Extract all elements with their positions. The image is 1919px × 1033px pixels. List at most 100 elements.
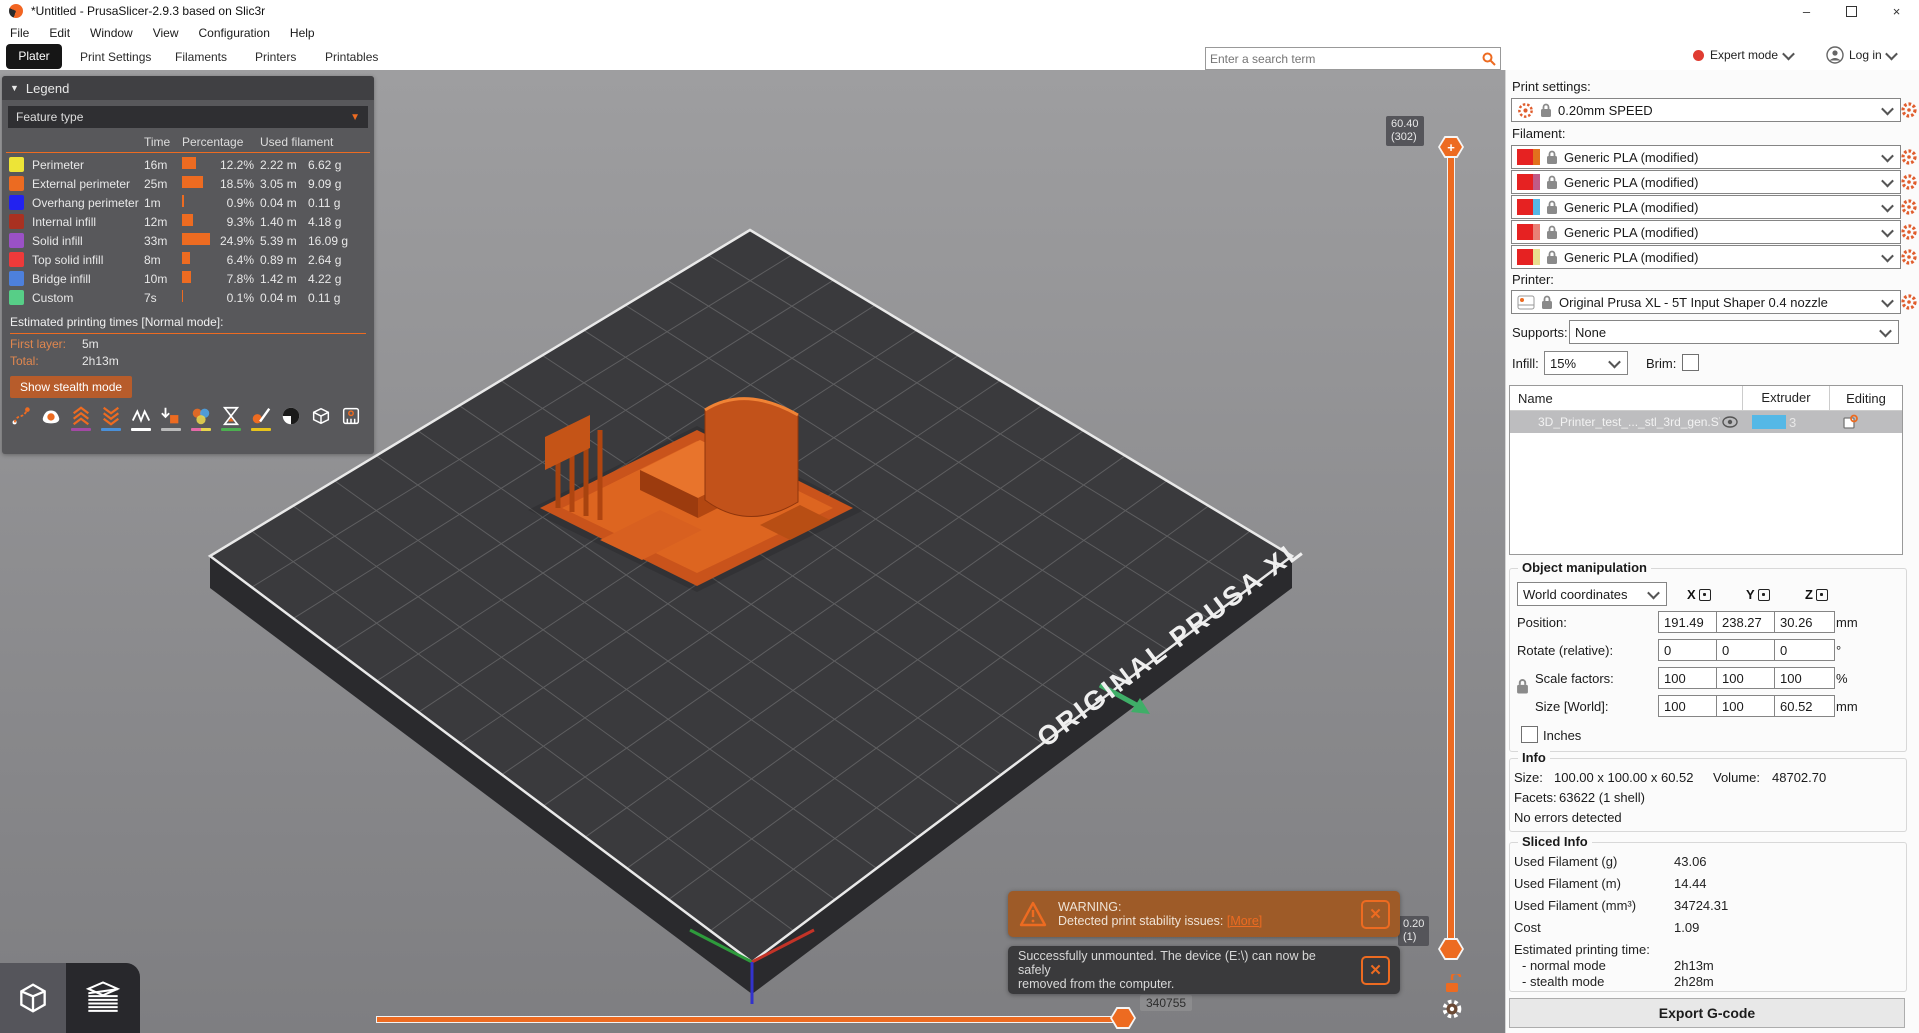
tab-print-settings[interactable]: Print Settings <box>80 47 151 67</box>
scale-lock-icon[interactable] <box>1516 678 1529 695</box>
scale-y-input[interactable]: 100 <box>1716 667 1777 689</box>
rotate-y-input[interactable]: 0 <box>1716 639 1777 661</box>
shells-icon[interactable] <box>278 405 303 431</box>
menu-view[interactable]: View <box>143 26 189 40</box>
printer-gear-icon[interactable] <box>1900 293 1918 311</box>
search-box[interactable] <box>1205 47 1501 70</box>
tab-printers[interactable]: Printers <box>255 47 296 67</box>
size-info-value: 100.00 x 100.00 x 60.52 <box>1554 770 1694 785</box>
export-gcode-button[interactable]: Export G-code <box>1509 998 1905 1028</box>
editing-column: Editing <box>1830 391 1902 406</box>
maximize-button[interactable] <box>1829 0 1874 22</box>
filament-gear-icon[interactable] <box>1900 173 1918 191</box>
filament-dropdown-3[interactable]: Generic PLA (modified) <box>1511 195 1901 219</box>
close-unmount-button[interactable]: ✕ <box>1361 956 1390 985</box>
scale-x-input[interactable]: 100 <box>1658 667 1719 689</box>
search-icon[interactable] <box>1481 51 1497 67</box>
x-axis-icon[interactable] <box>1699 589 1711 601</box>
moves-slider-handle[interactable] <box>1110 1007 1136 1029</box>
legend-row: External perimeter 25m 18.5% 3.05 m 9.09… <box>2 174 374 193</box>
warning-more-link[interactable]: [More] <box>1227 914 1262 928</box>
filament-gear-icon[interactable] <box>1900 148 1918 166</box>
print-settings-label: Print settings: <box>1512 79 1591 94</box>
print-settings-gear-icon[interactable] <box>1900 101 1918 119</box>
seams-icon[interactable] <box>128 405 153 431</box>
layer-bottom-tooltip: 0.20(1) <box>1398 916 1429 946</box>
search-input[interactable] <box>1206 52 1481 66</box>
3d-viewport[interactable]: ORIGINAL PRUSA XL ▼ Legend Feature type … <box>0 70 1505 1033</box>
retractions-icon[interactable] <box>68 405 93 431</box>
tab-plater[interactable]: Plater <box>6 44 62 69</box>
size-x-input[interactable]: 100 <box>1658 695 1719 717</box>
inches-checkbox[interactable] <box>1521 726 1538 743</box>
filament-dropdown-1[interactable]: Generic PLA (modified) <box>1511 145 1901 169</box>
travels-icon[interactable] <box>8 405 33 431</box>
brim-checkbox[interactable] <box>1682 354 1699 371</box>
color-changes-icon[interactable] <box>188 405 213 431</box>
tab-printables[interactable]: Printables <box>325 47 378 67</box>
print-settings-dropdown[interactable]: 0.20mm SPEED <box>1511 98 1901 122</box>
size-z-input[interactable]: 60.52 <box>1774 695 1835 717</box>
moves-slider-track[interactable] <box>376 1016 1126 1023</box>
login-button[interactable]: Log in <box>1826 46 1896 64</box>
pause-prints-icon[interactable] <box>218 405 243 431</box>
position-x-input[interactable]: 191.49 <box>1658 611 1719 633</box>
layer-slider-bottom-handle[interactable] <box>1438 938 1464 960</box>
filament-gear-icon[interactable] <box>1900 198 1918 216</box>
coordinates-dropdown[interactable]: World coordinates <box>1517 582 1667 606</box>
menu-help[interactable]: Help <box>280 26 325 40</box>
object-manipulation-title: Object manipulation <box>1518 560 1651 575</box>
deretractions-icon[interactable] <box>98 405 123 431</box>
filament-gear-icon[interactable] <box>1900 248 1918 266</box>
printer-dropdown[interactable]: Original Prusa XL - 5T Input Shaper 0.4 … <box>1511 290 1901 314</box>
chevron-down-icon <box>1647 586 1660 599</box>
eye-icon[interactable] <box>1722 416 1738 428</box>
extruder-color-swatch[interactable] <box>1752 415 1786 429</box>
layer-slider-top-handle[interactable]: + <box>1438 136 1464 158</box>
close-button[interactable]: × <box>1874 0 1919 22</box>
preview-view-button[interactable] <box>66 963 140 1033</box>
tool-changes-icon[interactable] <box>158 405 183 431</box>
filament-dropdown-5[interactable]: Generic PLA (modified) <box>1511 245 1901 269</box>
editor-view-button[interactable] <box>0 963 66 1033</box>
y-axis-icon[interactable] <box>1758 589 1770 601</box>
menu-configuration[interactable]: Configuration <box>189 26 280 40</box>
rotate-z-input[interactable]: 0 <box>1774 639 1835 661</box>
wipe-icon[interactable] <box>38 405 63 431</box>
edit-object-icon[interactable] <box>1842 414 1858 430</box>
total-value: 2h13m <box>82 354 119 368</box>
filament-gear-icon[interactable] <box>1900 223 1918 241</box>
minimize-button[interactable]: – <box>1784 0 1829 22</box>
z-axis-icon[interactable] <box>1816 589 1828 601</box>
position-z-input[interactable]: 30.26 <box>1774 611 1835 633</box>
close-warning-button[interactable]: ✕ <box>1361 900 1390 929</box>
scale-z-input[interactable]: 100 <box>1774 667 1835 689</box>
tab-filaments[interactable]: Filaments <box>175 47 227 67</box>
infill-dropdown[interactable]: 15% <box>1544 351 1628 375</box>
filament-label: Filament: <box>1512 126 1565 141</box>
position-y-input[interactable]: 238.27 <box>1716 611 1777 633</box>
custom-gcode-icon[interactable] <box>248 405 273 431</box>
object-row[interactable]: 3D_Printer_test_..._stl_3rd_gen.STL 3 <box>1510 411 1902 433</box>
filament-dropdown-4[interactable]: Generic PLA (modified) <box>1511 220 1901 244</box>
size-y-input[interactable]: 100 <box>1716 695 1777 717</box>
menu-window[interactable]: Window <box>80 26 143 40</box>
percentage-bar <box>182 195 184 207</box>
size-info-label: Size: <box>1514 770 1543 785</box>
filament-dropdown-2[interactable]: Generic PLA (modified) <box>1511 170 1901 194</box>
mode-selector[interactable]: Expert mode <box>1693 48 1793 62</box>
dropdown-arrow-icon[interactable]: ▼ <box>350 112 360 123</box>
printer-memory-icon[interactable] <box>338 405 363 431</box>
supports-dropdown[interactable]: None <box>1569 320 1899 344</box>
menu-edit[interactable]: Edit <box>39 26 80 40</box>
menu-file[interactable]: File <box>0 26 39 40</box>
legend-header[interactable]: ▼ Legend <box>2 76 374 100</box>
box-icon[interactable] <box>308 405 333 431</box>
sliced-label: Cost <box>1514 920 1674 935</box>
slider-settings-gear-icon[interactable] <box>1441 998 1463 1020</box>
view-type-dropdown[interactable]: Feature type ▼ <box>8 106 368 128</box>
show-stealth-mode-button[interactable]: Show stealth mode <box>10 376 132 398</box>
rotate-x-input[interactable]: 0 <box>1658 639 1719 661</box>
layer-slider-track[interactable] <box>1447 148 1455 954</box>
unlock-icon[interactable] <box>1442 974 1462 994</box>
